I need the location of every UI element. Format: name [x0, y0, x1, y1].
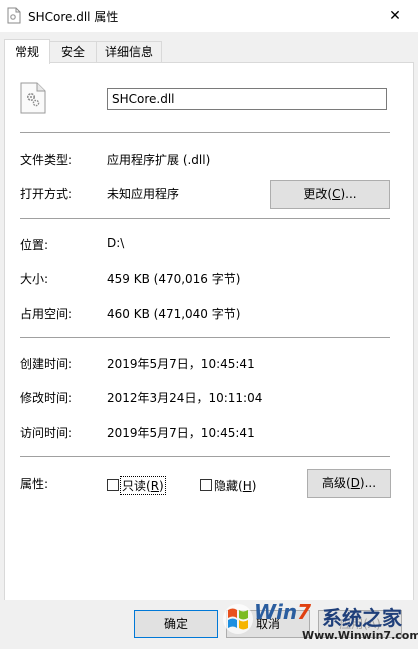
tab-general[interactable]: 常规	[4, 39, 50, 64]
change-button[interactable]: 更改(C)...	[270, 180, 390, 209]
accessed-value: 2019年5月7日，10:45:41	[107, 426, 255, 440]
opens-with-value: 未知应用程序	[107, 187, 180, 201]
file-type-label: 文件类型:	[20, 153, 73, 167]
separator	[20, 456, 390, 457]
readonly-label[interactable]: 只读(R)	[120, 476, 166, 495]
hidden-checkbox[interactable]	[200, 479, 212, 491]
created-label: 创建时间:	[20, 357, 73, 371]
attributes-label: 属性:	[20, 477, 49, 491]
tab-security[interactable]: 安全	[49, 41, 97, 62]
file-type-value: 应用程序扩展 (.dll)	[107, 153, 211, 167]
accessed-label: 访问时间:	[20, 426, 73, 440]
tab-details[interactable]: 详细信息	[96, 41, 162, 62]
advanced-button[interactable]: 高级(D)...	[307, 469, 391, 498]
modified-value: 2012年3月24日，10:11:04	[107, 391, 263, 405]
size-value: 459 KB (470,016 字节)	[107, 272, 241, 286]
separator	[20, 132, 390, 133]
title-bar: SHCore.dll 属性 ✕	[0, 0, 418, 32]
size-on-disk-value: 460 KB (471,040 字节)	[107, 307, 241, 321]
windows-logo-icon	[223, 604, 253, 634]
location-label: 位置:	[20, 238, 49, 252]
general-panel	[4, 62, 414, 601]
app-file-icon	[7, 7, 21, 24]
watermark-brand: Win7	[254, 600, 312, 624]
location-value: D:\	[107, 236, 125, 250]
hidden-label[interactable]: 隐藏(H)	[214, 477, 256, 494]
created-value: 2019年5月7日，10:45:41	[107, 357, 255, 371]
watermark-url: Www.Winwin7.com	[302, 629, 418, 642]
window-title: SHCore.dll 属性	[28, 10, 119, 24]
size-label: 大小:	[20, 272, 49, 286]
opens-with-label: 打开方式:	[20, 187, 73, 201]
separator	[20, 218, 390, 219]
close-icon[interactable]: ✕	[372, 0, 418, 32]
dll-gear-file-icon	[20, 82, 46, 114]
readonly-checkbox[interactable]	[107, 479, 119, 491]
file-name-input[interactable]: SHCore.dll	[107, 88, 387, 110]
ok-button[interactable]: 确定	[134, 610, 218, 638]
separator	[20, 337, 390, 338]
watermark-brand-cn: 系统之家	[322, 606, 402, 630]
site-watermark: Win7 系统之家 Www.Winwin7.com	[214, 600, 418, 644]
modified-label: 修改时间:	[20, 391, 73, 405]
size-on-disk-label: 占用空间:	[20, 307, 73, 321]
